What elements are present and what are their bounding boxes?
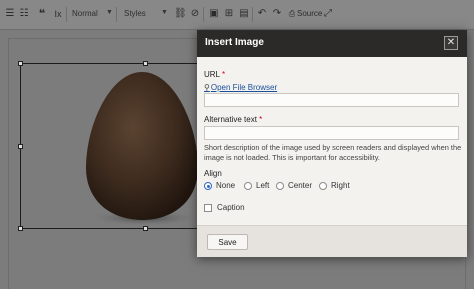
align-right-radio[interactable]: Right	[319, 181, 350, 193]
bulleted-list-icon[interactable]: ☰	[4, 8, 16, 20]
radio-icon	[244, 182, 252, 190]
undo-icon[interactable]: ↶	[256, 8, 268, 20]
unlink-icon[interactable]: ⊘	[189, 8, 201, 20]
format-combo[interactable]: Normal	[72, 8, 98, 20]
resize-handle[interactable]	[18, 61, 23, 66]
maximize-icon[interactable]: ⤢	[322, 8, 334, 20]
alt-text-description: Short description of the image used by s…	[204, 143, 462, 162]
resize-handle[interactable]	[18, 226, 23, 231]
radio-selected-icon	[204, 182, 212, 190]
close-icon: ✕	[446, 37, 456, 48]
chevron-down-icon: ▼	[106, 9, 113, 16]
align-radio-group: None Left Center Right	[204, 181, 464, 193]
styles-combo[interactable]: Styles	[124, 8, 146, 20]
horizontal-rule-icon[interactable]: ▤	[238, 8, 250, 20]
required-mark: *	[259, 115, 263, 124]
blockquote-icon[interactable]: ❝	[36, 8, 48, 20]
chevron-down-icon: ▼	[161, 9, 168, 16]
open-file-browser-link[interactable]: ⚲Open File Browser	[204, 83, 277, 92]
link-icon[interactable]: ⛓	[174, 8, 187, 20]
insert-image-dialog: Insert Image ✕ URL * ⚲Open File Browser …	[197, 30, 467, 257]
url-label: URL *	[204, 70, 226, 79]
editor-toolbar: ☰ ☷ ❝ Ix Normal ▼ Styles ▼ ⛓ ⊘ ▣ ⊞ ▤ ↶ ↷…	[0, 0, 474, 30]
alt-text-label: Alternative text *	[204, 115, 263, 124]
dialog-title: Insert Image	[205, 37, 264, 48]
resize-handle[interactable]	[18, 144, 23, 149]
close-button[interactable]: ✕	[444, 36, 458, 50]
remove-format-icon[interactable]: Ix	[52, 8, 64, 20]
search-icon: ⚲	[204, 83, 210, 92]
alt-text-input[interactable]	[204, 126, 459, 140]
url-input[interactable]	[204, 93, 459, 107]
align-none-radio[interactable]: None	[204, 181, 235, 193]
radio-icon	[319, 182, 327, 190]
required-mark: *	[221, 70, 226, 79]
resize-handle[interactable]	[143, 61, 148, 66]
dialog-footer: Save	[197, 225, 467, 257]
radio-icon	[276, 182, 284, 190]
dialog-header: Insert Image ✕	[197, 30, 467, 57]
save-button[interactable]: Save	[207, 234, 248, 250]
egg-image[interactable]	[80, 70, 204, 230]
numbered-list-icon[interactable]: ☷	[18, 8, 30, 20]
source-button[interactable]: Source	[297, 8, 322, 20]
image-icon[interactable]: ▣	[208, 8, 220, 20]
align-center-radio[interactable]: Center	[276, 181, 312, 193]
caption-checkbox[interactable]: Caption	[204, 203, 245, 215]
redo-icon[interactable]: ↷	[271, 8, 283, 20]
align-label: Align	[204, 169, 222, 178]
align-left-radio[interactable]: Left	[244, 181, 269, 193]
table-icon[interactable]: ⊞	[223, 8, 235, 20]
checkbox-icon	[204, 204, 212, 212]
